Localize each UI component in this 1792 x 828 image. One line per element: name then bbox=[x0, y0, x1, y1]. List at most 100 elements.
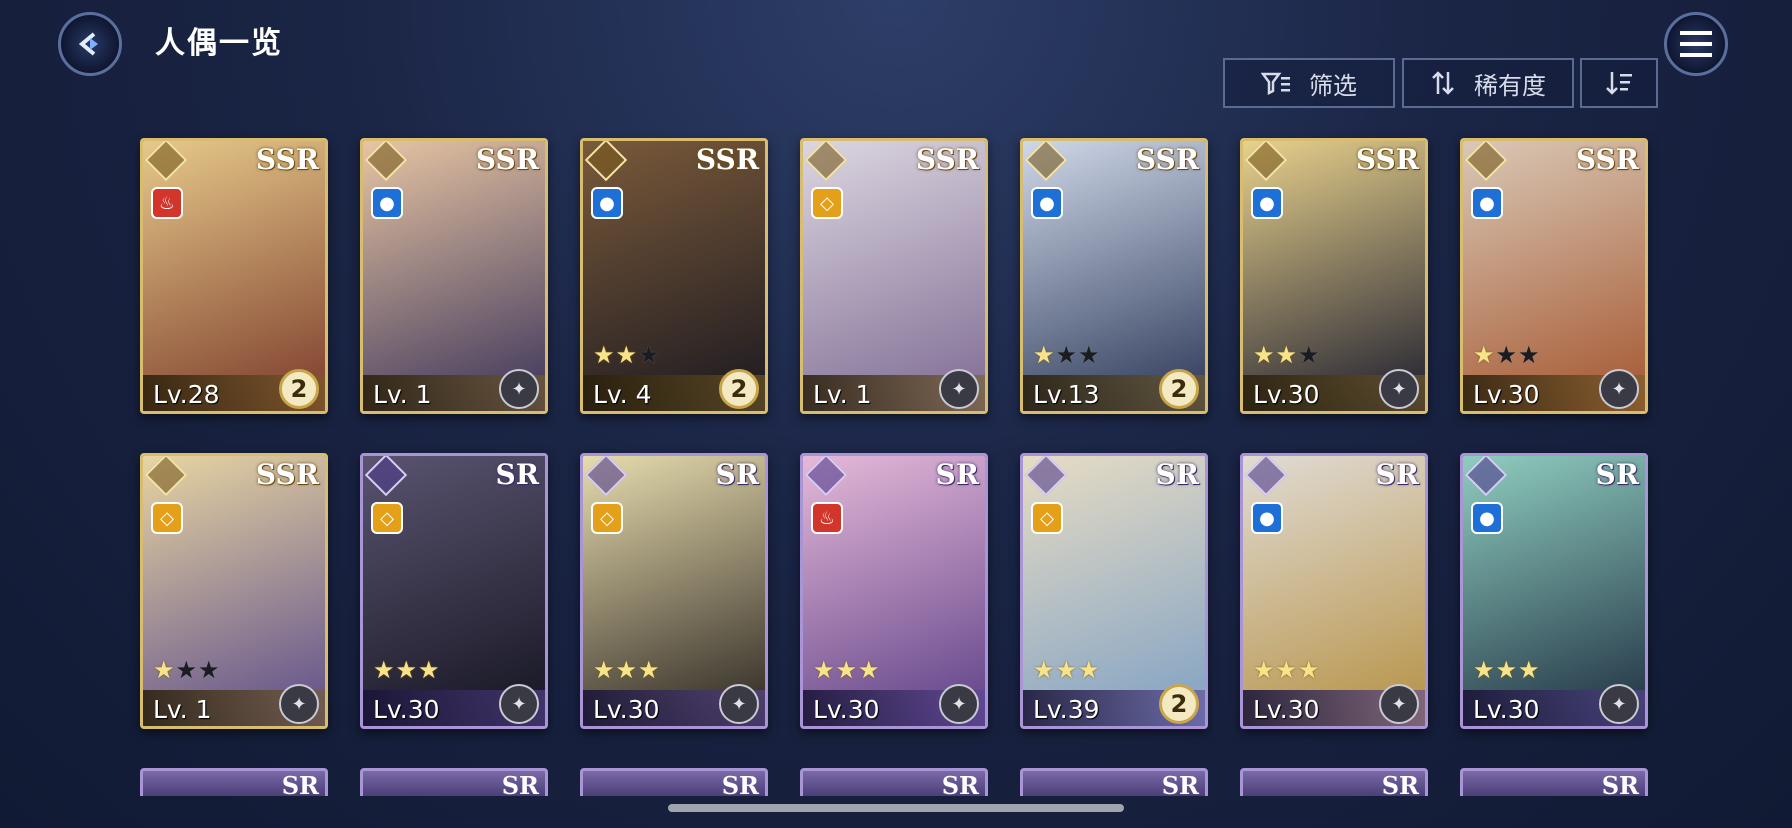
faction-emblem-icon: ✦ bbox=[279, 684, 319, 724]
rarity-label: SSR bbox=[255, 458, 319, 491]
doll-card[interactable]: SSR ● ★★★ Lv.30 ✦ bbox=[1460, 138, 1648, 414]
star-rating: ★★★ bbox=[593, 341, 661, 369]
light-element-icon: ◇ bbox=[1031, 502, 1063, 534]
faction-emblem-icon: ✦ bbox=[1379, 684, 1419, 724]
star-icon: ★ bbox=[1495, 656, 1519, 684]
doll-card[interactable]: SR ♨ ★★★ Lv.30 ✦ bbox=[800, 453, 988, 729]
duplicate-count-badge: 2 bbox=[719, 369, 759, 409]
star-rating: ★★★ bbox=[813, 656, 881, 684]
doll-card-partial[interactable]: SR bbox=[800, 768, 988, 796]
sort-order-button[interactable] bbox=[1580, 58, 1658, 108]
light-element-icon: ◇ bbox=[811, 187, 843, 219]
level-label: Lv.30 bbox=[1253, 380, 1320, 409]
fire-element-icon: ♨ bbox=[151, 187, 183, 219]
doll-card[interactable]: SR ● ★★★ Lv.30 ✦ bbox=[1460, 453, 1648, 729]
back-arrow-icon bbox=[78, 32, 98, 56]
star-icon: ★ bbox=[175, 656, 199, 684]
filter-icon bbox=[1261, 72, 1290, 95]
duplicate-count-badge: 2 bbox=[1159, 684, 1199, 724]
doll-card[interactable]: SSR ♨ Lv.28 2 bbox=[140, 138, 328, 414]
water-element-icon: ● bbox=[1471, 502, 1503, 534]
star-icon: ★ bbox=[198, 656, 221, 684]
level-label: Lv. 1 bbox=[373, 380, 432, 409]
doll-card-partial[interactable]: SR bbox=[360, 768, 548, 796]
doll-card[interactable]: SSR ● Lv. 1 ✦ bbox=[360, 138, 548, 414]
rarity-label: SR bbox=[495, 458, 540, 491]
level-label: Lv.13 bbox=[1033, 380, 1100, 409]
doll-card-partial[interactable]: SR bbox=[1460, 768, 1648, 796]
doll-card-partial[interactable]: SR bbox=[580, 768, 768, 796]
star-icon: ★ bbox=[1253, 341, 1276, 369]
rarity-label: SR bbox=[935, 458, 980, 491]
doll-card[interactable]: SSR ● ★★★ Lv. 42 bbox=[580, 138, 768, 414]
rarity-label: SR bbox=[1381, 771, 1419, 796]
star-icon: ★ bbox=[615, 341, 639, 369]
faction-emblem-icon: ✦ bbox=[939, 369, 979, 409]
faction-emblem-icon: ✦ bbox=[1379, 369, 1419, 409]
level-label: Lv.30 bbox=[373, 695, 440, 724]
sort-label: 稀有度 bbox=[1474, 71, 1546, 100]
doll-card[interactable]: SR ◇ ★★★ Lv.30 ✦ bbox=[360, 453, 548, 729]
back-button[interactable] bbox=[58, 12, 122, 76]
star-icon: ★ bbox=[1298, 656, 1321, 684]
star-icon: ★ bbox=[418, 656, 441, 684]
sort-rarity-button[interactable]: 稀有度 bbox=[1402, 58, 1574, 108]
doll-card[interactable]: SR ◇ ★★★ Lv.30 ✦ bbox=[580, 453, 768, 729]
rarity-label: SSR bbox=[1355, 143, 1419, 176]
star-icon: ★ bbox=[835, 656, 859, 684]
star-icon: ★ bbox=[1275, 656, 1299, 684]
star-icon: ★ bbox=[153, 656, 176, 684]
star-icon: ★ bbox=[593, 341, 616, 369]
doll-card[interactable]: SR ● ★★★ Lv.30 ✦ bbox=[1240, 453, 1428, 729]
level-label: Lv.30 bbox=[1473, 695, 1540, 724]
doll-card-partial[interactable]: SR bbox=[1020, 768, 1208, 796]
hamburger-menu-icon bbox=[1680, 31, 1712, 57]
duplicate-count-badge: 2 bbox=[1159, 369, 1199, 409]
rarity-label: SR bbox=[1601, 771, 1639, 796]
star-rating: ★★★ bbox=[1033, 341, 1101, 369]
star-icon: ★ bbox=[1055, 341, 1079, 369]
water-element-icon: ● bbox=[1251, 502, 1283, 534]
home-indicator bbox=[668, 804, 1124, 812]
star-rating: ★★★ bbox=[1473, 656, 1541, 684]
menu-button[interactable] bbox=[1664, 12, 1728, 76]
star-icon: ★ bbox=[1518, 341, 1541, 369]
doll-card[interactable]: SSR ◇ ★★★ Lv. 1 ✦ bbox=[140, 453, 328, 729]
star-icon: ★ bbox=[813, 656, 836, 684]
doll-card[interactable]: SSR ◇ Lv. 1 ✦ bbox=[800, 138, 988, 414]
level-label: Lv.30 bbox=[593, 695, 660, 724]
light-element-icon: ◇ bbox=[371, 502, 403, 534]
star-rating: ★★★ bbox=[153, 656, 221, 684]
star-icon: ★ bbox=[1055, 656, 1079, 684]
rarity-label: SSR bbox=[475, 143, 539, 176]
star-icon: ★ bbox=[1275, 341, 1299, 369]
faction-emblem-icon: ✦ bbox=[499, 369, 539, 409]
star-icon: ★ bbox=[615, 656, 639, 684]
level-label: Lv.28 bbox=[153, 380, 220, 409]
star-icon: ★ bbox=[638, 656, 661, 684]
doll-card[interactable]: SSR ● ★★★ Lv.13 2 bbox=[1020, 138, 1208, 414]
duplicate-count-badge: 2 bbox=[279, 369, 319, 409]
doll-card-partial[interactable]: SR bbox=[140, 768, 328, 796]
star-icon: ★ bbox=[1033, 341, 1056, 369]
filter-button[interactable]: 筛选 bbox=[1223, 58, 1395, 108]
rarity-label: SR bbox=[501, 771, 539, 796]
filter-label: 筛选 bbox=[1309, 71, 1357, 100]
rarity-label: SR bbox=[1155, 458, 1200, 491]
doll-card-partial[interactable]: SR bbox=[1240, 768, 1428, 796]
rarity-label: SR bbox=[721, 771, 759, 796]
level-label: Lv. 1 bbox=[153, 695, 212, 724]
rarity-label: SR bbox=[281, 771, 319, 796]
star-icon: ★ bbox=[395, 656, 419, 684]
rarity-label: SSR bbox=[695, 143, 759, 176]
star-icon: ★ bbox=[1473, 341, 1496, 369]
water-element-icon: ● bbox=[371, 187, 403, 219]
doll-card[interactable]: SR ◇ ★★★ Lv.39 2 bbox=[1020, 453, 1208, 729]
star-rating: ★★★ bbox=[1253, 656, 1321, 684]
star-icon: ★ bbox=[593, 656, 616, 684]
star-rating: ★★★ bbox=[1473, 341, 1541, 369]
star-icon: ★ bbox=[1495, 341, 1519, 369]
doll-card[interactable]: SSR ● ★★★ Lv.30 ✦ bbox=[1240, 138, 1428, 414]
faction-emblem-icon: ✦ bbox=[1599, 369, 1639, 409]
star-icon: ★ bbox=[1473, 656, 1496, 684]
